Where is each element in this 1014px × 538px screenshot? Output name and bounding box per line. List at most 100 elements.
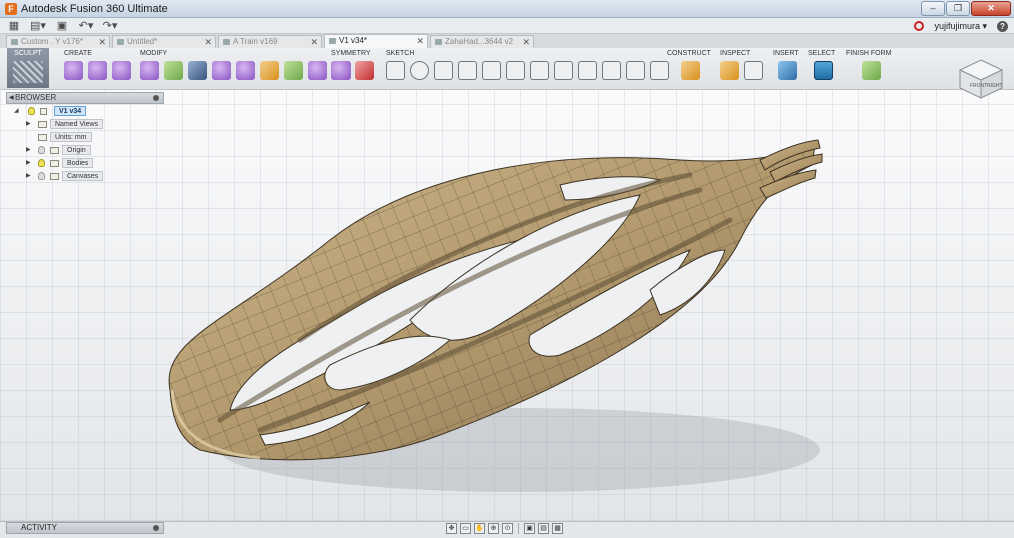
- modify-group: MODIFY: [140, 49, 351, 87]
- close-icon[interactable]: ✕: [416, 35, 424, 47]
- close-button[interactable]: ✕: [971, 1, 1011, 16]
- workspace-switcher[interactable]: SCULPT: [7, 48, 49, 88]
- canvas-icon[interactable]: [778, 61, 797, 80]
- undo-icon[interactable]: ↶▾: [76, 19, 96, 33]
- dimension-icon[interactable]: [530, 61, 549, 80]
- user-menu[interactable]: yujifujimura ▾: [934, 21, 987, 32]
- edit-form-icon[interactable]: [140, 61, 159, 80]
- plane-icon[interactable]: [88, 61, 107, 80]
- finish-form-icon[interactable]: [862, 61, 881, 80]
- tab-zaha[interactable]: ZahaHad...3644 v2 ✕: [430, 35, 534, 48]
- visibility-icon[interactable]: [38, 159, 45, 167]
- bridge-icon[interactable]: [212, 61, 231, 80]
- tree-item-units[interactable]: Units: mm: [6, 131, 164, 143]
- box-icon[interactable]: [64, 61, 83, 80]
- activity-panel[interactable]: ACTIVITY: [6, 522, 164, 534]
- viewports-icon[interactable]: ▦: [552, 523, 563, 534]
- viewcube-right-label: RIGHT: [987, 83, 1003, 89]
- insert-edge-icon[interactable]: [164, 61, 183, 80]
- fit-icon[interactable]: ⊙: [502, 523, 513, 534]
- look-at-icon[interactable]: ▭: [460, 523, 471, 534]
- select-icon[interactable]: [814, 61, 833, 80]
- pin-icon[interactable]: [153, 525, 159, 531]
- sphere-icon[interactable]: [112, 61, 131, 80]
- expand-icon[interactable]: ▶: [26, 118, 31, 130]
- sketch-group-label[interactable]: SKETCH: [386, 49, 669, 58]
- grid-settings-icon[interactable]: ▤: [538, 523, 549, 534]
- zebra-analysis-icon[interactable]: [744, 61, 763, 80]
- create-group-label[interactable]: CREATE: [64, 49, 131, 58]
- browser-header[interactable]: ◀ BROWSER: [6, 92, 164, 104]
- close-icon[interactable]: ✕: [522, 36, 530, 48]
- measure-icon[interactable]: [720, 61, 739, 80]
- expand-icon[interactable]: ▶: [26, 157, 31, 169]
- expand-icon[interactable]: ◢: [14, 105, 19, 117]
- close-icon[interactable]: ✕: [204, 36, 212, 48]
- offset-icon[interactable]: [578, 61, 597, 80]
- expand-icon[interactable]: ▶: [26, 144, 31, 156]
- display-settings-icon[interactable]: ▣: [524, 523, 535, 534]
- pin-icon[interactable]: [153, 95, 159, 101]
- close-icon[interactable]: ✕: [98, 36, 106, 48]
- select-group-label[interactable]: SELECT: [808, 49, 835, 58]
- fusion-app-icon[interactable]: F: [5, 2, 17, 15]
- tree-item-named-views[interactable]: ▶ Named Views: [6, 118, 164, 130]
- fill-hole-icon[interactable]: [236, 61, 255, 80]
- clear-symmetry-icon[interactable]: [355, 61, 374, 80]
- restore-button[interactable]: ❐: [946, 1, 970, 16]
- construct-group: CONSTRUCT: [667, 49, 711, 87]
- crease-icon[interactable]: [308, 61, 327, 80]
- inspect-group: INSPECT: [720, 49, 763, 87]
- rectangle-icon[interactable]: [434, 61, 453, 80]
- grid-icon[interactable]: ▦: [4, 19, 24, 33]
- circle-icon[interactable]: [410, 61, 429, 80]
- help-icon[interactable]: ?: [997, 20, 1008, 32]
- tab-custom[interactable]: Custom . Y v176* ✕: [6, 35, 110, 48]
- file-menu-icon[interactable]: ▤▾: [28, 19, 48, 33]
- finish-form-group: FINISH FORM: [846, 49, 892, 87]
- orbit-icon[interactable]: ✥: [446, 523, 457, 534]
- tab-a-train[interactable]: A Train v169 ✕: [218, 35, 322, 48]
- redo-icon[interactable]: ↷▾: [100, 19, 120, 33]
- root-component[interactable]: V1 v34: [54, 106, 87, 116]
- window-title: Autodesk Fusion 360 Ultimate: [21, 2, 168, 15]
- line-icon[interactable]: [506, 61, 525, 80]
- close-icon[interactable]: ✕: [310, 36, 318, 48]
- collapse-icon[interactable]: ◀: [9, 93, 14, 103]
- project-icon[interactable]: [554, 61, 573, 80]
- visibility-icon[interactable]: [38, 146, 45, 154]
- trim-icon[interactable]: [482, 61, 501, 80]
- mirror-sketch-icon[interactable]: [602, 61, 621, 80]
- pan-icon[interactable]: ✋: [474, 523, 485, 534]
- subdivide-icon[interactable]: [188, 61, 207, 80]
- fillet-icon[interactable]: [626, 61, 645, 80]
- save-icon[interactable]: ▣: [52, 19, 72, 33]
- tab-label: V1 v34*: [339, 36, 368, 45]
- tree-root[interactable]: ◢ V1 v34: [6, 105, 164, 117]
- weld-vertices-icon[interactable]: [260, 61, 279, 80]
- viewcube[interactable]: FRONT RIGHT: [958, 58, 1004, 100]
- folder-icon: [50, 173, 59, 180]
- tab-untitled[interactable]: Untitled* ✕: [112, 35, 216, 48]
- tree-item-bodies[interactable]: ▶ Bodies: [6, 157, 164, 169]
- insert-group-label[interactable]: INSERT: [773, 49, 799, 58]
- visibility-icon[interactable]: [28, 107, 35, 115]
- symmetry-group-label[interactable]: SYMMETRY: [331, 49, 374, 58]
- finish-form-group-label[interactable]: FINISH FORM: [846, 49, 892, 58]
- construct-group-label[interactable]: CONSTRUCT: [667, 49, 711, 58]
- minimize-button[interactable]: –: [921, 1, 945, 16]
- tree-item-origin[interactable]: ▶ Origin: [6, 144, 164, 156]
- offset-plane-icon[interactable]: [681, 61, 700, 80]
- create-sketch-icon[interactable]: [386, 61, 405, 80]
- record-icon[interactable]: [914, 21, 925, 31]
- tree-item-canvases[interactable]: ▶ Canvases: [6, 170, 164, 182]
- insert-point-icon[interactable]: [284, 61, 303, 80]
- mirror-icon[interactable]: [331, 61, 350, 80]
- tab-v1[interactable]: V1 v34* ✕: [324, 34, 428, 48]
- modify-group-label[interactable]: MODIFY: [140, 49, 351, 58]
- arc-icon[interactable]: [458, 61, 477, 80]
- visibility-icon[interactable]: [38, 172, 45, 180]
- expand-icon[interactable]: ▶: [26, 170, 31, 182]
- inspect-group-label[interactable]: INSPECT: [720, 49, 763, 58]
- zoom-icon[interactable]: ⊕: [488, 523, 499, 534]
